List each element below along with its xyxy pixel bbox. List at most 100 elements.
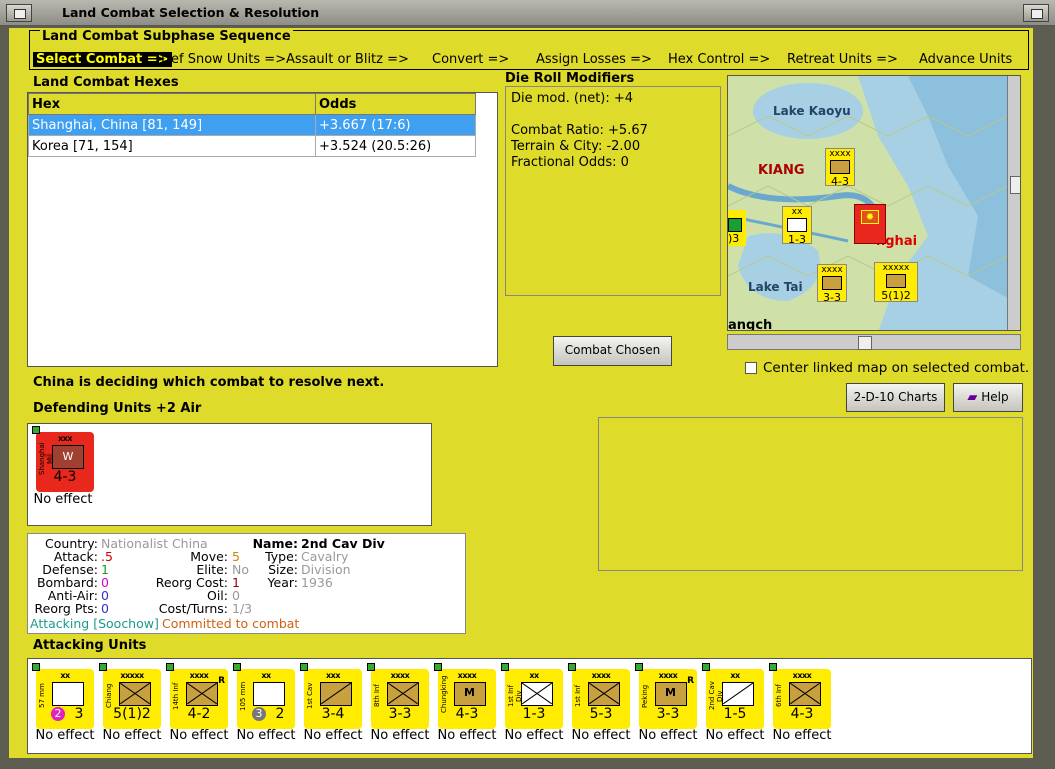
counter-strength: 1-3 [788, 233, 806, 246]
attacking-unit-counter[interactable]: xxxx 8th Inf 3-3 [367, 663, 429, 729]
unit-status-marker [166, 663, 174, 671]
subphase-title: Land Combat Subphase Sequence [40, 29, 293, 44]
subphase-step: Def Snow Units => [161, 52, 287, 67]
map-counter[interactable]: )3 [728, 210, 746, 246]
counter-strength: 5(1)2 [113, 706, 151, 722]
table-row[interactable]: Shanghai, China [81, 149] +3.667 (17:6) [28, 114, 476, 136]
unit-effect: No effect [102, 728, 162, 743]
map-counter[interactable]: xxxxx 5(1)2 [874, 262, 918, 302]
counter-strength: 1-5 [723, 706, 747, 722]
combat-result-panel [598, 417, 1023, 571]
unit-effect: No effect [638, 728, 698, 743]
year-label: Year: [267, 575, 298, 590]
combat-explosion-icon: ✹ [861, 210, 879, 224]
attacking-unit-counter[interactable]: xxxx Chungking 4-3 M [434, 663, 496, 729]
counter-symbol: W [52, 445, 84, 469]
counter-symbol [186, 682, 218, 706]
unit-effect: No effect [33, 492, 93, 507]
hexes-list[interactable]: Hex Odds Shanghai, China [81, 149] +3.66… [27, 92, 498, 367]
map-counter[interactable]: xx 1-3 [782, 206, 812, 246]
center-map-label: Center linked map on selected combat. [763, 360, 1030, 376]
unit-effect: No effect [370, 728, 430, 743]
charts-button[interactable]: 2-D-10 Charts [846, 383, 945, 412]
map-hscroll[interactable] [727, 334, 1021, 350]
attacking-title: Attacking Units [33, 638, 147, 653]
unit-effect: No effect [705, 728, 765, 743]
counter-symbol [722, 682, 754, 706]
title-bar: Land Combat Selection & Resolution [0, 0, 1055, 26]
subphase-step: Retreat Units => [787, 52, 898, 67]
attacking-unit-counter[interactable]: xxx 1st Cav 3-4 [300, 663, 362, 729]
map-vscroll[interactable] [1007, 76, 1020, 330]
map-hscroll-thumb[interactable] [858, 336, 872, 350]
counter-strength: )3 [728, 232, 740, 245]
counter-symbol [253, 682, 285, 706]
table-row[interactable]: Korea [71, 154] +3.524 (20.5:26) [28, 135, 476, 157]
book-icon: ▰ [967, 390, 978, 405]
hexes-table: Hex Odds Shanghai, China [81, 149] +3.66… [28, 93, 476, 157]
help-label: Help [981, 390, 1009, 404]
counter-size: xxxx [829, 149, 851, 159]
unit-status-marker [568, 663, 576, 671]
modifier-line: Die mod. (net): +4 [511, 91, 634, 106]
unit-status-marker [702, 663, 710, 671]
costturns-label: Cost/Turns: [158, 601, 228, 616]
modifier-line: Terrain & City: -2.00 [511, 139, 641, 154]
attacking-unit-counter[interactable]: xx 105 mm 2 3 [233, 663, 295, 729]
subphase-step: Convert => [432, 52, 510, 67]
counter-symbol [119, 682, 151, 706]
counter-strength: 3-4 [321, 706, 345, 722]
unit-status-marker [635, 663, 643, 671]
subphase-step: Hex Control => [668, 52, 771, 67]
counter-strength: 4-3 [53, 469, 77, 485]
attacking-unit-counter[interactable]: xxxx 1st Inf 5-3 [568, 663, 630, 729]
costturns-value: 1/3 [232, 601, 253, 616]
modifier-line: Combat Ratio: +5.67 [511, 123, 648, 138]
linked-map[interactable]: Lake Kaoyu KIANG Lake Tai angch nghai xx… [727, 75, 1021, 331]
map-label: Lake Tai [748, 280, 803, 294]
counter-letter: M [464, 686, 475, 699]
attacking-unit-counter[interactable]: xxxx Peking 3-3 M R [635, 663, 697, 729]
subphase-step: Advance Units [919, 52, 1013, 67]
status-text: China is deciding which combat to resolv… [33, 375, 385, 390]
counter-symbol [387, 682, 419, 706]
map-vscroll-thumb[interactable] [1010, 176, 1020, 194]
attacking-unit-counter[interactable]: xx 57 mm 3 2 [32, 663, 94, 729]
counter-strength: 1-3 [522, 706, 546, 722]
combat-chosen-button[interactable]: Combat Chosen [553, 336, 672, 366]
hexes-title: Land Combat Hexes [33, 75, 179, 90]
defending-unit-counter[interactable]: xxx Shanghai Mil W 4-3 [32, 426, 94, 492]
unit-status-marker [769, 663, 777, 671]
unit-effect: No effect [236, 728, 296, 743]
center-map-checkbox[interactable] [745, 362, 757, 374]
counter-strength: 3-3 [388, 706, 412, 722]
map-counter[interactable]: xxxx 4-3 [825, 148, 855, 188]
attacking-unit-counter[interactable]: xxxxx Chiang 5(1)2 [99, 663, 161, 729]
hex-cell: Korea [71, 154] [28, 135, 316, 157]
map-label: KIANG [758, 163, 805, 178]
counter-symbol [789, 682, 821, 706]
unit-effect: No effect [169, 728, 229, 743]
modifiers-title: Die Roll Modifiers [505, 71, 635, 86]
system-menu-button[interactable] [6, 4, 32, 22]
unit-status-marker [233, 663, 241, 671]
attacking-unit-counter[interactable]: xxxx 14th Inf 4-2 R [166, 663, 228, 729]
counter-symbol [588, 682, 620, 706]
attacking-location: Attacking [Soochow] [30, 616, 159, 631]
map-counter[interactable]: xxxx 3-3 [817, 264, 847, 304]
col-odds[interactable]: Odds [315, 93, 476, 115]
modifier-line [511, 107, 715, 123]
counter-strength: 5-3 [589, 706, 613, 722]
modifiers-box: Die mod. (net): +4 Combat Ratio: +5.67 T… [505, 86, 721, 296]
close-button[interactable] [1023, 4, 1049, 22]
attacking-unit-counter[interactable]: xx 2nd Cav Div 1-5 [702, 663, 764, 729]
attacking-unit-counter[interactable]: xx 1st Inf Div 1-3 [501, 663, 563, 729]
unit-effect: No effect [504, 728, 564, 743]
unit-status-marker [300, 663, 308, 671]
col-hex[interactable]: Hex [28, 93, 316, 115]
counter-symbol [52, 682, 84, 706]
unit-effect: No effect [772, 728, 832, 743]
help-button[interactable]: ▰ Help [953, 383, 1023, 412]
reorgpts-value: 0 [101, 601, 109, 616]
attacking-unit-counter[interactable]: xxxx 6th Inf 4-3 [769, 663, 831, 729]
